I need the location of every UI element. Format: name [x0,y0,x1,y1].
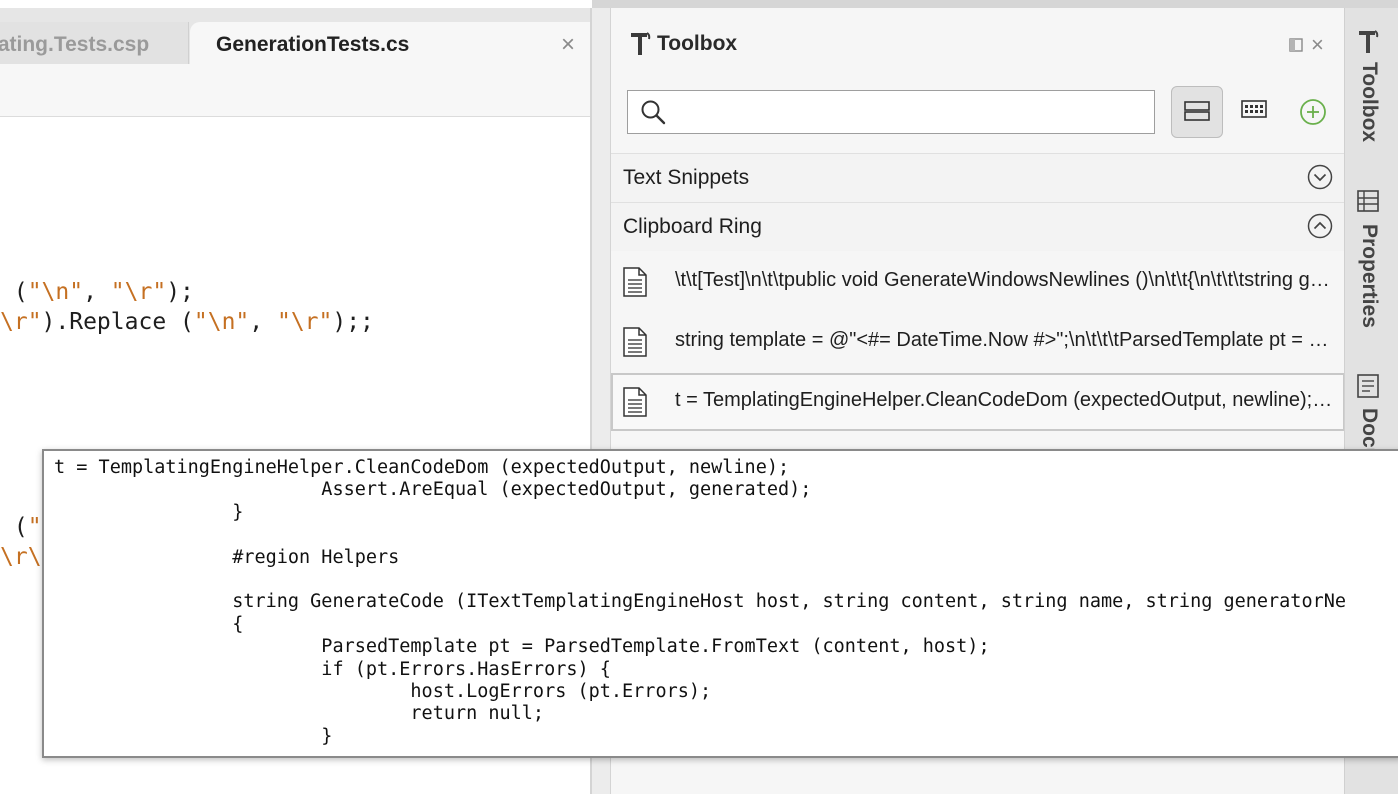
text-document-icon [623,327,647,362]
code-line: \r\ [0,544,42,570]
side-tab-properties[interactable]: Properties [1357,190,1387,360]
code-line: \r").Replace ("\n", "\r");; [0,309,374,335]
preview-line: if (pt.Errors.HasErrors) { [54,658,611,680]
category-text-snippets[interactable]: Text Snippets [611,153,1345,202]
string-token: "\n" [27,279,84,305]
hammer-icon [629,30,651,61]
tab-label: lating.Tests.csp [0,33,150,56]
hammer-icon [1357,30,1379,58]
code-token: , [83,279,111,305]
preview-line: #region Helpers [54,546,400,568]
category-label: Text Snippets [623,166,750,189]
list-view-button[interactable] [1171,86,1223,138]
preview-line: ParsedTemplate pt = ParsedTemplate.FromT… [54,636,990,658]
clipboard-item-text: \t\t[Test]\n\t\tpublic void GenerateWind… [675,269,1335,291]
preview-line: } [54,725,333,747]
pad-title: Toolbox [657,32,738,55]
code-line: ("\n", "\r"); [0,279,194,305]
dock-icon[interactable] [1289,38,1303,57]
side-tab-label: Properties [1358,224,1381,328]
editor-path-bar [0,64,592,117]
code-token: , [249,309,277,335]
clipboard-preview-tooltip: t = TemplatingEngineHelper.CleanCodeDom … [42,449,1398,758]
preview-line: t = TemplatingEngineHelper.CleanCodeDom … [54,457,790,478]
clipboard-item-text: t = TemplatingEngineHelper.CleanCodeDom … [675,389,1335,411]
code-line: (" [0,514,42,540]
code-token: ); [166,279,194,305]
string-token: "\r" [110,279,167,305]
chevron-up-icon[interactable] [1307,213,1333,244]
side-tab-label: Toolbox [1358,62,1381,143]
preview-line: { [54,613,244,635]
category-label: Clipboard Ring [623,215,762,238]
search-input[interactable] [674,95,1148,129]
preview-line: return null; [54,703,545,725]
preview-line: host.LogErrors (pt.Errors); [54,681,712,702]
text-document-icon [623,267,647,302]
tab-label: GenerationTests.cs [216,33,410,56]
clipboard-item[interactable]: \t\t[Test]\n\t\tpublic void GenerateWind… [611,253,1345,311]
side-tab-toolbox[interactable]: Toolbox [1357,28,1387,188]
code-token: ( [0,279,28,305]
string-token: "\n" [193,309,250,335]
preview-line: Assert.AreEqual (expectedOutput, generat… [54,479,812,501]
document-outline-icon [1357,374,1379,402]
code-token: );; [332,309,374,335]
string-token: " [27,514,42,540]
preview-line: } [54,501,244,523]
preview-line: string GenerateCode (ITextTemplatingEngi… [54,591,1347,613]
search-icon [640,99,666,130]
chevron-down-icon[interactable] [1307,164,1333,195]
clipboard-item-selected[interactable]: t = TemplatingEngineHelper.CleanCodeDom … [611,373,1345,431]
category-clipboard-ring[interactable]: Clipboard Ring [611,202,1345,251]
clipboard-item[interactable]: string template = @"<#= DateTime.Now #>"… [611,313,1345,371]
toolbox-header: Toolbox × [611,8,1345,80]
tab-close-icon[interactable]: × [556,22,580,68]
grid-view-icon[interactable] [1241,100,1267,123]
code-token: ).Replace ( [41,309,194,335]
string-token: "\r" [276,309,333,335]
properties-icon [1357,190,1379,216]
string-token: \r" [0,309,42,335]
clipboard-item-text: string template = @"<#= DateTime.Now #>"… [675,329,1335,351]
editor-tab-bar: lating.Tests.csp GenerationTests.cs × [0,8,592,72]
close-icon[interactable]: × [1311,32,1324,58]
add-item-icon[interactable] [1299,98,1327,131]
text-document-icon [623,387,647,422]
code-token: ( [0,514,28,540]
string-token: \r\ [0,544,42,570]
toolbox-search[interactable] [627,90,1155,134]
